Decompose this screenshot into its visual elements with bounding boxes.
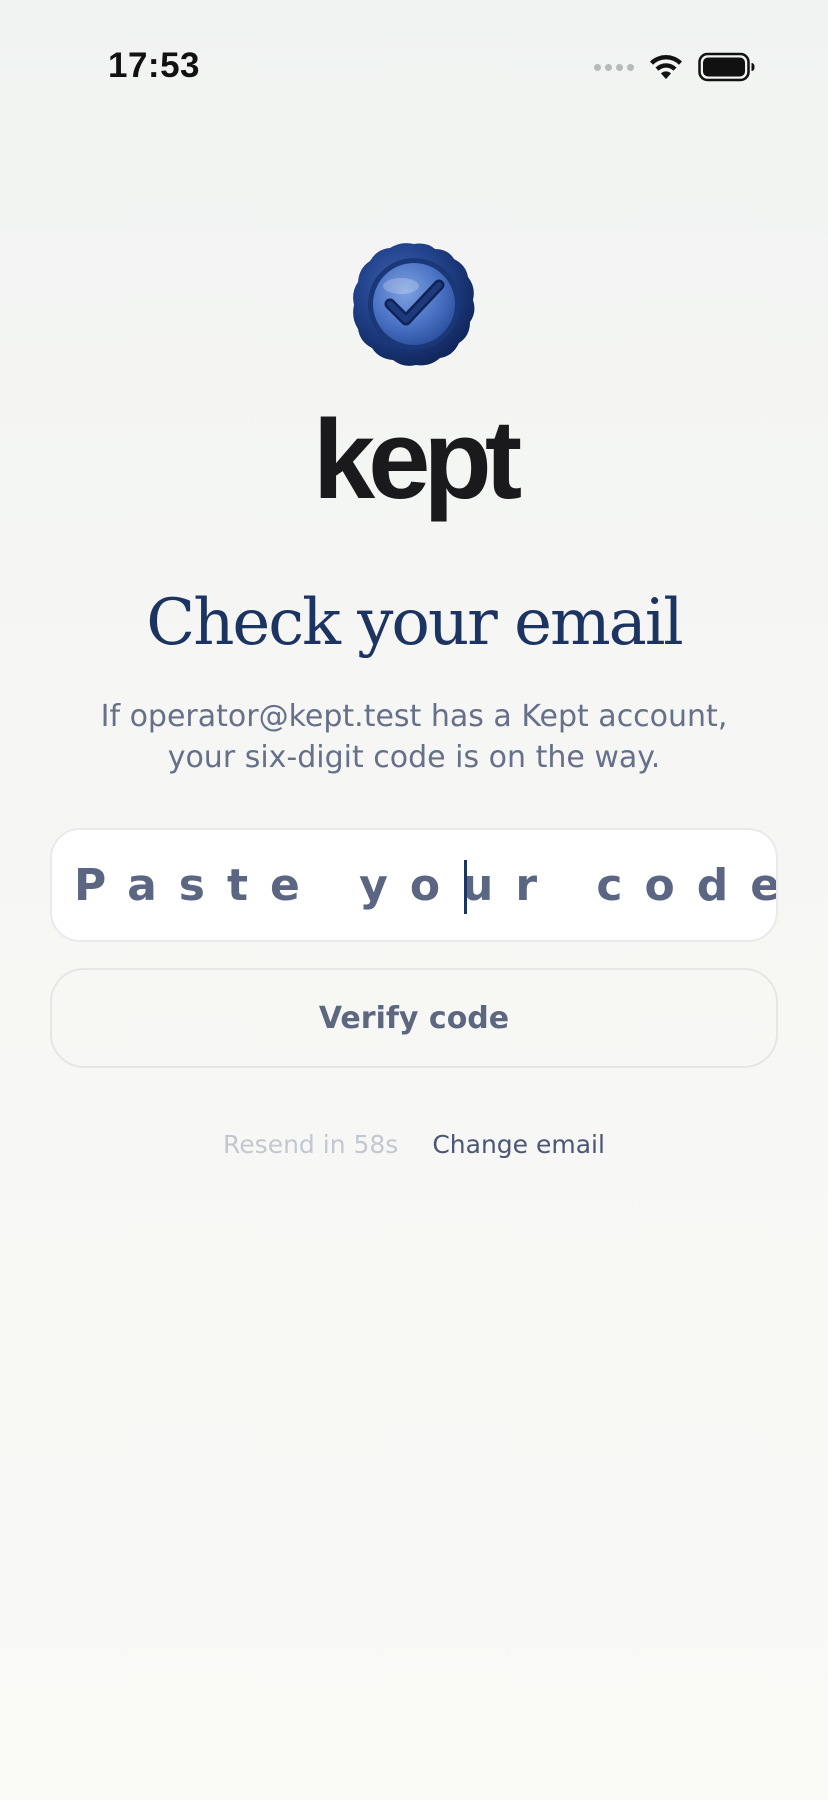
battery-icon <box>698 52 755 82</box>
subtitle-line-2: your six-digit code is on the way. <box>167 740 661 775</box>
status-bar: 17:53 <box>0 0 828 134</box>
page-title: Check your email <box>146 586 684 660</box>
change-email-link[interactable]: Change email <box>432 1130 605 1159</box>
logo-container <box>0 240 828 370</box>
brand-wordmark: kept <box>312 397 522 522</box>
verify-code-button[interactable]: Verify code <box>50 968 778 1068</box>
status-time: 17:53 <box>108 46 201 85</box>
code-input[interactable] <box>52 830 776 940</box>
resend-code-link[interactable]: Resend in 58s <box>223 1130 398 1159</box>
subtitle: If operator@kept.test has a Kept account… <box>60 696 768 778</box>
wifi-icon <box>650 55 682 79</box>
status-icons <box>594 50 756 84</box>
cellular-signal-icon <box>594 63 634 71</box>
wax-seal-check-icon <box>353 243 475 366</box>
text-caret <box>464 860 467 914</box>
subtitle-line-1: If operator@kept.test has a Kept account… <box>100 699 728 734</box>
code-input-container[interactable] <box>50 828 778 942</box>
secondary-actions: Resend in 58s Change email <box>0 1130 828 1159</box>
